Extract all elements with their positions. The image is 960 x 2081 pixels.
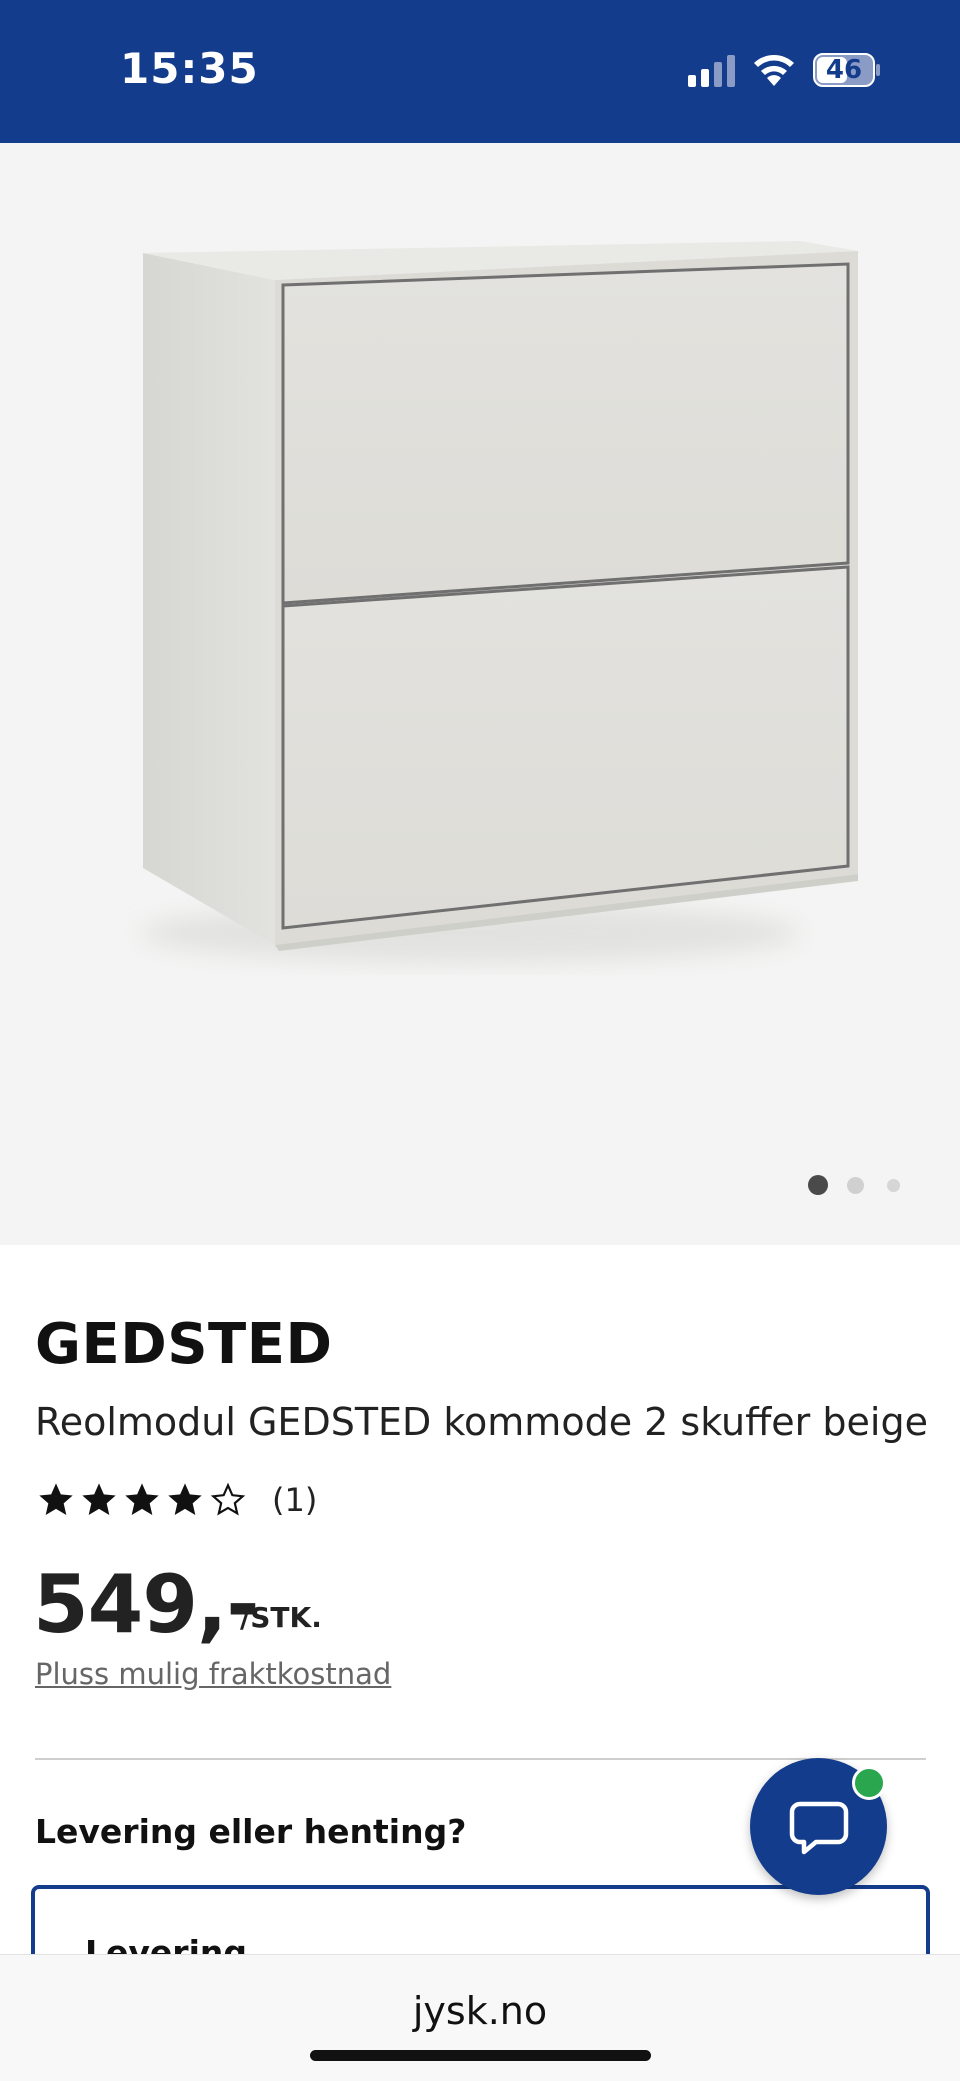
status-bar: 15:35 46 (0, 0, 960, 143)
wifi-icon (754, 55, 794, 86)
product-gallery[interactable] (0, 143, 960, 1245)
home-indicator[interactable] (310, 2050, 651, 2061)
product-price: 549,- (33, 1558, 260, 1651)
star-filled-icon (82, 1483, 116, 1515)
gallery-dot[interactable] (887, 1179, 900, 1192)
url-text[interactable]: jysk.no (0, 1989, 960, 2033)
star-filled-icon (125, 1483, 159, 1515)
cellular-signal-icon (688, 55, 735, 87)
gallery-dot[interactable] (847, 1177, 864, 1194)
product-rating[interactable]: (1) (35, 1476, 317, 1524)
battery-level: 46 (825, 55, 863, 85)
gallery-dot-active[interactable] (808, 1175, 828, 1195)
chat-bubble-icon (789, 1801, 849, 1855)
divider (35, 1758, 926, 1760)
freight-cost-link[interactable]: Pluss mulig fraktkostnad (35, 1657, 391, 1691)
product-image[interactable] (0, 143, 960, 1245)
status-time: 15:35 (120, 44, 259, 93)
product-name: Reolmodul GEDSTED kommode 2 skuffer beig… (35, 1400, 928, 1444)
price-unit: /STK. (240, 1601, 322, 1634)
star-filled-icon (39, 1483, 73, 1515)
battery-icon: 46 (813, 53, 881, 87)
delivery-heading: Levering eller henting? (35, 1812, 467, 1851)
star-filled-icon (168, 1483, 202, 1515)
rating-count[interactable]: (1) (272, 1481, 317, 1519)
chat-online-indicator (852, 1766, 886, 1800)
star-empty-icon (210, 1482, 246, 1516)
gallery-pagination[interactable] (806, 1168, 906, 1198)
product-brand: GEDSTED (35, 1312, 333, 1377)
browser-address-bar[interactable]: jysk.no (0, 1954, 960, 2081)
